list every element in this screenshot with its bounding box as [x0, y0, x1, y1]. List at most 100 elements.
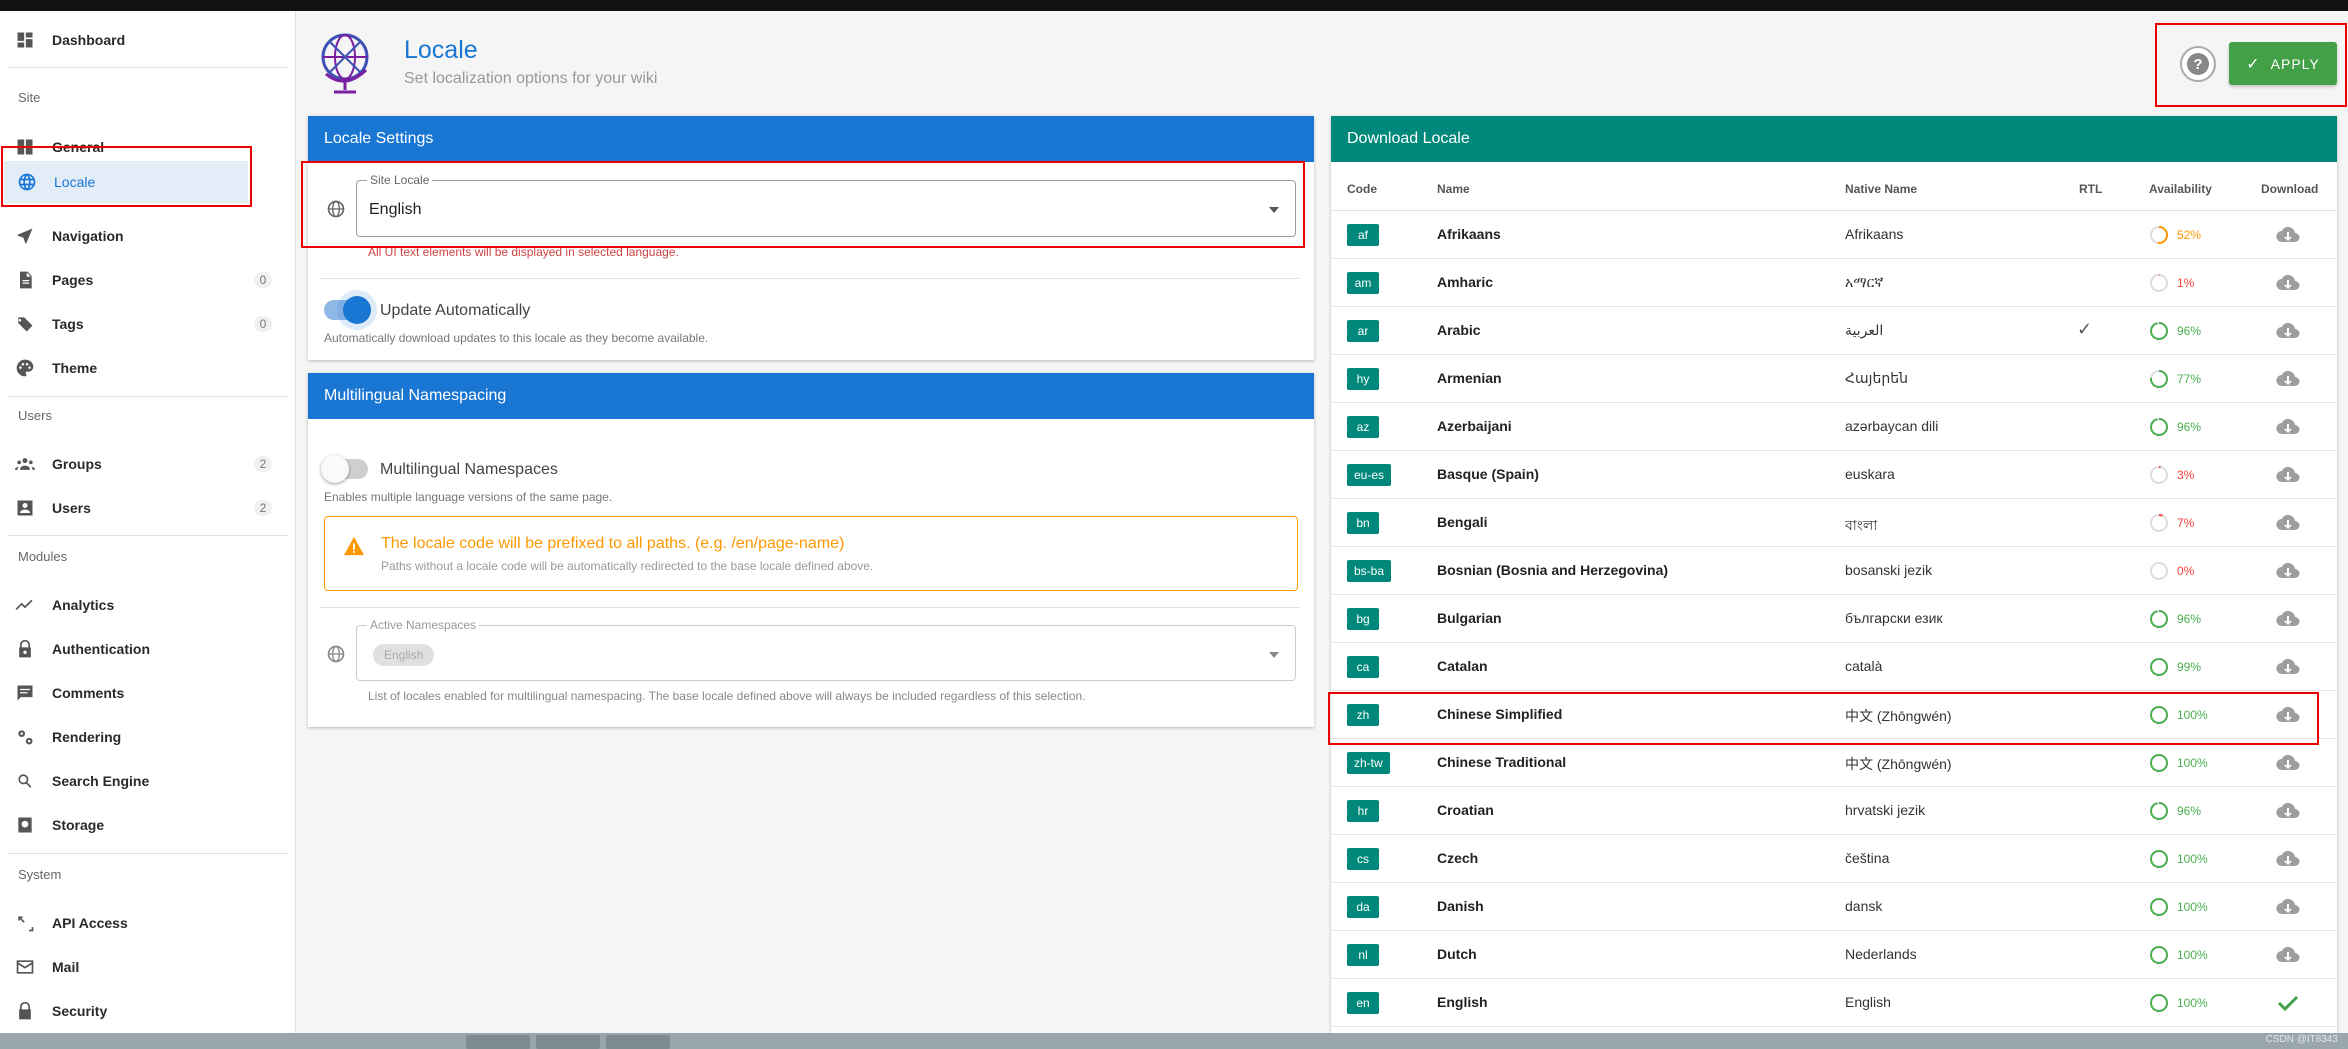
progress-circle-icon: [2150, 370, 2168, 388]
progress-circle-icon: [2150, 466, 2168, 484]
groups-icon: [14, 453, 36, 475]
sidebar-item-dashboard[interactable]: Dashboard: [0, 20, 288, 60]
sidebar-item-label: Mail: [52, 959, 80, 975]
multilingual-namespaces-toggle[interactable]: [321, 455, 371, 483]
cloud-download-icon[interactable]: [2276, 848, 2300, 870]
locale-code-badge: da: [1347, 896, 1379, 918]
sidebar-item-users[interactable]: Users 2: [0, 488, 288, 528]
cloud-download-icon[interactable]: [2276, 272, 2300, 294]
sidebar-item-label: Security: [52, 1003, 108, 1019]
locale-native-name: azərbaycan dili: [1845, 418, 1939, 434]
cloud-download-icon[interactable]: [2276, 320, 2300, 342]
locale-name: Azerbaijani: [1437, 418, 1512, 434]
table-row: nl Dutch Nederlands 100%: [1331, 931, 2337, 979]
taskbar-item[interactable]: [606, 1035, 670, 1049]
sidebar-item-label: Storage: [52, 817, 105, 833]
table-row: zh-tw Chinese Traditional 中文 (Zhōngwén) 100…: [1331, 739, 2337, 787]
availability-indicator: 100%: [2149, 897, 2208, 917]
tags-icon: [14, 313, 36, 335]
chevron-down-icon[interactable]: [1269, 652, 1279, 658]
cloud-download-icon[interactable]: [2276, 464, 2300, 486]
progress-circle-icon: [2150, 946, 2168, 964]
availability-indicator: 100%: [2149, 849, 2208, 869]
cloud-download-icon[interactable]: [2276, 512, 2300, 534]
sidebar-item-groups[interactable]: Groups 2: [0, 444, 288, 484]
sidebar-divider: [8, 535, 288, 536]
availability-percent: 77%: [2177, 372, 2202, 386]
sidebar-section-users: Users: [18, 408, 52, 423]
sidebar-item-navigation[interactable]: Navigation: [0, 216, 288, 256]
sidebar-item-storage[interactable]: Storage: [0, 805, 288, 845]
locale-settings-title: Locale Settings: [308, 116, 1314, 162]
cloud-download-icon[interactable]: [2276, 416, 2300, 438]
globe-icon: [327, 645, 345, 663]
cloud-download-icon[interactable]: [2276, 752, 2300, 774]
progress-circle-icon: [2150, 658, 2168, 676]
cloud-download-icon[interactable]: [2276, 368, 2300, 390]
sidebar-item-pages[interactable]: Pages 0: [0, 260, 288, 300]
availability-indicator: 0%: [2149, 561, 2194, 581]
availability-indicator: 100%: [2149, 945, 2208, 965]
active-namespaces-hint: List of locales enabled for multilingual…: [368, 689, 1086, 703]
availability-indicator: 52%: [2149, 225, 2201, 245]
cloud-download-icon[interactable]: [2276, 224, 2300, 246]
sidebar-item-label: Rendering: [52, 729, 122, 745]
sidebar-item-analytics[interactable]: Analytics: [0, 585, 288, 625]
table-row: cs Czech čeština 100%: [1331, 835, 2337, 883]
alert-subtitle: Paths without a locale code will be auto…: [381, 559, 874, 573]
table-row: af Afrikaans Afrikaans 52%: [1331, 211, 2337, 259]
annotation-box-apply: [2155, 23, 2347, 107]
cloud-download-icon[interactable]: [2276, 944, 2300, 966]
sidebar-item-label: Navigation: [52, 228, 124, 244]
sidebar-item-label: Theme: [52, 360, 98, 376]
locale-native-name: Afrikaans: [1845, 226, 1904, 242]
sidebar-item-search-engine[interactable]: Search Engine: [0, 761, 288, 801]
sidebar-item-authentication[interactable]: Authentication: [0, 629, 288, 669]
locale-native-name: български език: [1845, 610, 1943, 626]
table-row: ca Catalan català 99%: [1331, 643, 2337, 691]
availability-indicator: 96%: [2149, 609, 2201, 629]
warning-icon: [344, 536, 364, 556]
locale-name: Bulgarian: [1437, 610, 1502, 626]
active-namespaces-select[interactable]: Active Namespaces English: [356, 618, 1296, 681]
availability-indicator: 1%: [2149, 273, 2194, 293]
taskbar-item[interactable]: [536, 1035, 600, 1049]
locale-native-name: euskara: [1845, 466, 1895, 482]
sidebar-item-security[interactable]: Security: [0, 991, 288, 1031]
locale-native-name: dansk: [1845, 898, 1883, 914]
sidebar-item-comments[interactable]: Comments: [0, 673, 288, 713]
namespace-chip: English: [373, 644, 435, 666]
cloud-download-icon[interactable]: [2276, 896, 2300, 918]
users-count-badge: 2: [254, 500, 272, 516]
table-row: az Azerbaijani azərbaycan dili 96%: [1331, 403, 2337, 451]
navigation-arrow-icon: [14, 225, 36, 247]
availability-indicator: 77%: [2149, 369, 2201, 389]
col-header-native: Native Name: [1845, 182, 1918, 196]
locale-name: Croatian: [1437, 802, 1494, 818]
sidebar-item-rendering[interactable]: Rendering: [0, 717, 288, 757]
sidebar-item-api-access[interactable]: API Access: [0, 903, 288, 943]
sidebar-divider: [8, 396, 288, 397]
namespacing-card: Multilingual Namespacing Multilingual Na…: [308, 373, 1314, 727]
cloud-download-icon[interactable]: [2276, 800, 2300, 822]
cloud-download-icon[interactable]: [2276, 560, 2300, 582]
availability-indicator: 96%: [2149, 417, 2201, 437]
cloud-download-icon[interactable]: [2276, 608, 2300, 630]
table-row: bg Bulgarian български език 96%: [1331, 595, 2337, 643]
sidebar-item-tags[interactable]: Tags 0: [0, 304, 288, 344]
col-header-name: Name: [1437, 182, 1470, 196]
sidebar-item-mail[interactable]: Mail: [0, 947, 288, 987]
sidebar-item-label: Analytics: [52, 597, 115, 613]
cloud-download-icon[interactable]: [2276, 656, 2300, 678]
taskbar-item[interactable]: [466, 1035, 530, 1049]
locale-name: Catalan: [1437, 658, 1488, 674]
locale-code-badge: bg: [1347, 608, 1379, 630]
update-automatically-toggle[interactable]: [321, 296, 371, 324]
sidebar-item-theme[interactable]: Theme: [0, 348, 288, 388]
sidebar-divider: [8, 853, 288, 854]
locale-name: Czech: [1437, 850, 1479, 866]
locale-code-badge: cs: [1347, 848, 1379, 870]
multilingual-namespaces-label: Multilingual Namespaces: [380, 461, 558, 478]
availability-percent: 96%: [2177, 804, 2202, 818]
availability-percent: 96%: [2177, 420, 2202, 434]
